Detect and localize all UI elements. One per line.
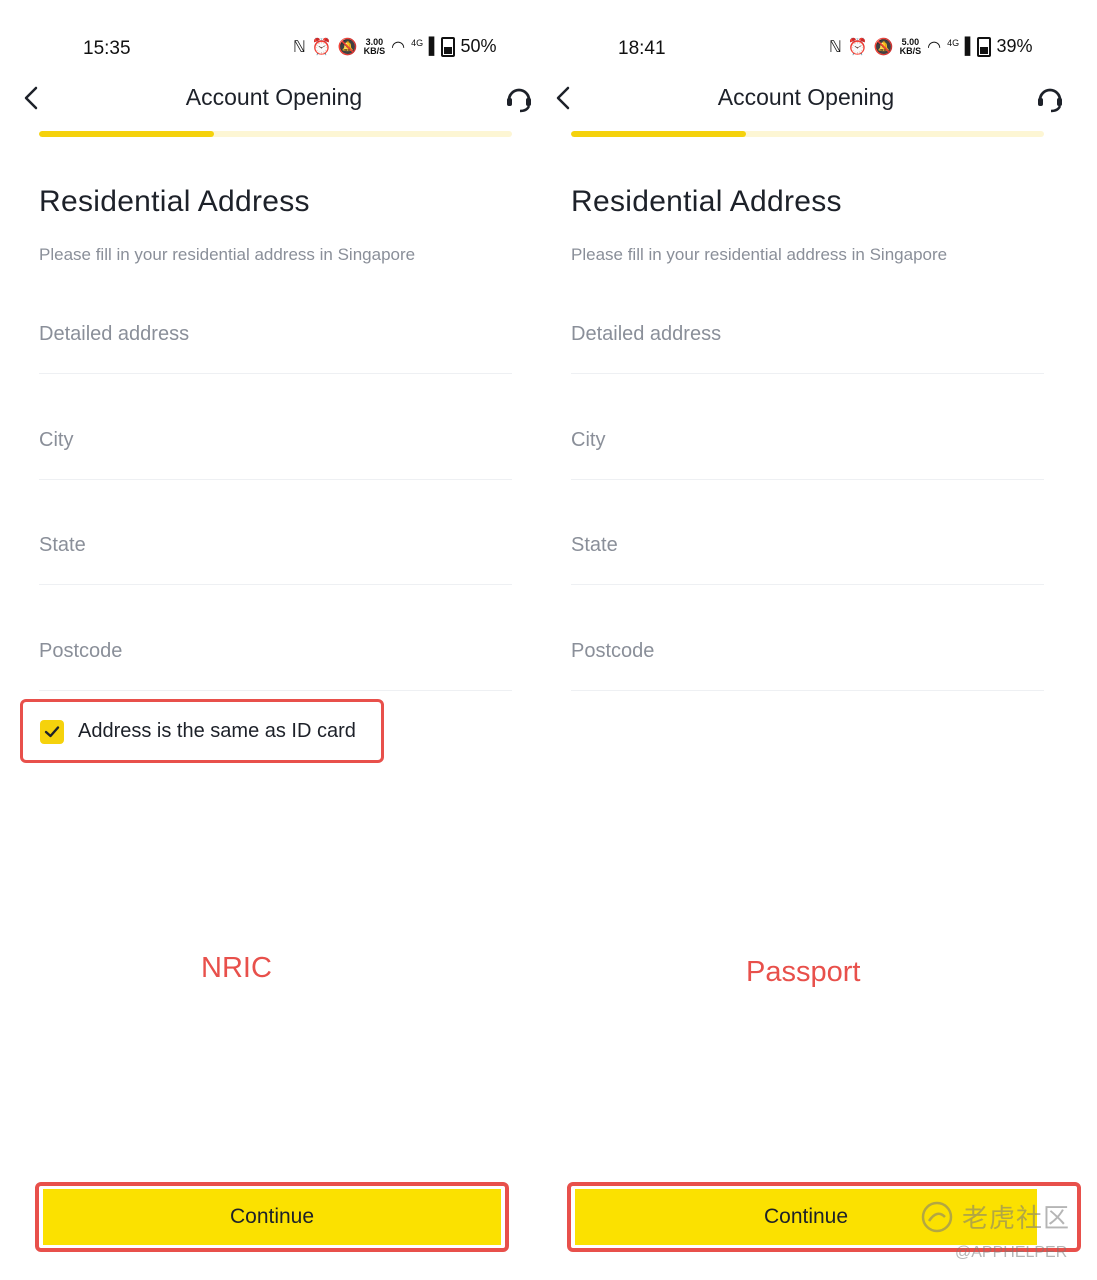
same-as-id-checkbox[interactable] bbox=[40, 720, 64, 744]
support-button[interactable] bbox=[503, 82, 535, 114]
watermark-brand: 老虎社区 bbox=[962, 1204, 1071, 1234]
progress-track bbox=[571, 131, 1044, 137]
mute-icon: 🔕 bbox=[337, 38, 358, 56]
city-input[interactable] bbox=[39, 429, 512, 452]
postcode-input[interactable] bbox=[39, 640, 512, 663]
mute-icon: 🔕 bbox=[873, 38, 894, 56]
city-field bbox=[39, 419, 512, 480]
status-time: 15:35 bbox=[83, 38, 131, 59]
detailed-address-input[interactable] bbox=[39, 323, 512, 346]
status-time: 18:41 bbox=[618, 38, 666, 59]
state-input[interactable] bbox=[39, 534, 512, 557]
city-input[interactable] bbox=[571, 429, 1044, 452]
postcode-input[interactable] bbox=[571, 640, 1044, 663]
same-as-id-label[interactable]: Address is the same as ID card bbox=[78, 720, 356, 743]
nric-screen: 15:35 ℕ ⏰ 🔕 3.00 KB/S ◠ 4G▐ 50% Account O… bbox=[0, 0, 548, 1280]
state-field bbox=[571, 524, 1044, 585]
page-title: Account Opening bbox=[185, 84, 363, 110]
detailed-address-field bbox=[39, 313, 512, 374]
state-input[interactable] bbox=[571, 534, 1044, 557]
alarm-icon: ⏰ bbox=[311, 38, 332, 56]
watermark-handle: @APPHELPER bbox=[955, 1244, 1068, 1261]
same-as-id-highlight: Address is the same as ID card bbox=[20, 699, 384, 763]
continue-button[interactable]: Continue bbox=[43, 1189, 501, 1245]
status-bar-icons: ℕ ⏰ 🔕 3.00 KB/S ◠ 4G▐ 50% bbox=[293, 36, 497, 57]
detailed-address-field bbox=[571, 313, 1044, 374]
wifi-icon: ◠ bbox=[391, 38, 406, 56]
progress-fill bbox=[571, 131, 746, 137]
document-type-caption: Passport bbox=[746, 956, 861, 988]
battery-icon bbox=[440, 36, 455, 57]
continue-highlight: Continue bbox=[35, 1182, 509, 1252]
net-speed: 3.00 KB/S bbox=[363, 36, 386, 56]
progress-fill bbox=[39, 131, 214, 137]
section-subheading: Please fill in your residential address … bbox=[39, 245, 416, 264]
battery-percent: 50% bbox=[460, 36, 497, 56]
alarm-icon: ⏰ bbox=[847, 38, 868, 56]
passport-screen: 18:41 ℕ ⏰ 🔕 5.00 KB/S ◠ 4G▐ 39% Account O… bbox=[532, 0, 1081, 1280]
support-button[interactable] bbox=[1034, 82, 1066, 114]
state-field bbox=[39, 524, 512, 585]
postcode-field bbox=[39, 630, 512, 691]
net-speed: 5.00 KB/S bbox=[899, 36, 922, 56]
nfc-icon: ℕ bbox=[829, 38, 842, 56]
battery-percent: 39% bbox=[996, 36, 1033, 56]
logo-icon bbox=[921, 1201, 953, 1232]
signal-icon: 4G▐ bbox=[947, 37, 971, 55]
headset-icon bbox=[1038, 88, 1062, 113]
section-subheading: Please fill in your residential address … bbox=[571, 245, 948, 264]
wifi-icon: ◠ bbox=[927, 38, 942, 56]
headset-icon bbox=[507, 88, 531, 113]
detailed-address-input[interactable] bbox=[571, 323, 1044, 346]
signal-icon: 4G▐ bbox=[411, 37, 435, 55]
section-heading: Residential Address bbox=[39, 185, 310, 218]
watermark: 老虎社区 bbox=[920, 1198, 1070, 1235]
nfc-icon: ℕ bbox=[293, 38, 306, 56]
postcode-field bbox=[571, 630, 1044, 691]
status-bar-icons: ℕ ⏰ 🔕 5.00 KB/S ◠ 4G▐ 39% bbox=[829, 36, 1033, 57]
checkmark-icon bbox=[44, 726, 60, 738]
nav-bar: Account Opening bbox=[532, 80, 1080, 120]
page-title: Account Opening bbox=[717, 84, 895, 110]
nav-bar: Account Opening bbox=[0, 80, 548, 120]
section-heading: Residential Address bbox=[571, 185, 842, 218]
city-field bbox=[571, 419, 1044, 480]
progress-track bbox=[39, 131, 512, 137]
battery-icon bbox=[976, 36, 991, 57]
document-type-caption: NRIC bbox=[201, 952, 272, 984]
